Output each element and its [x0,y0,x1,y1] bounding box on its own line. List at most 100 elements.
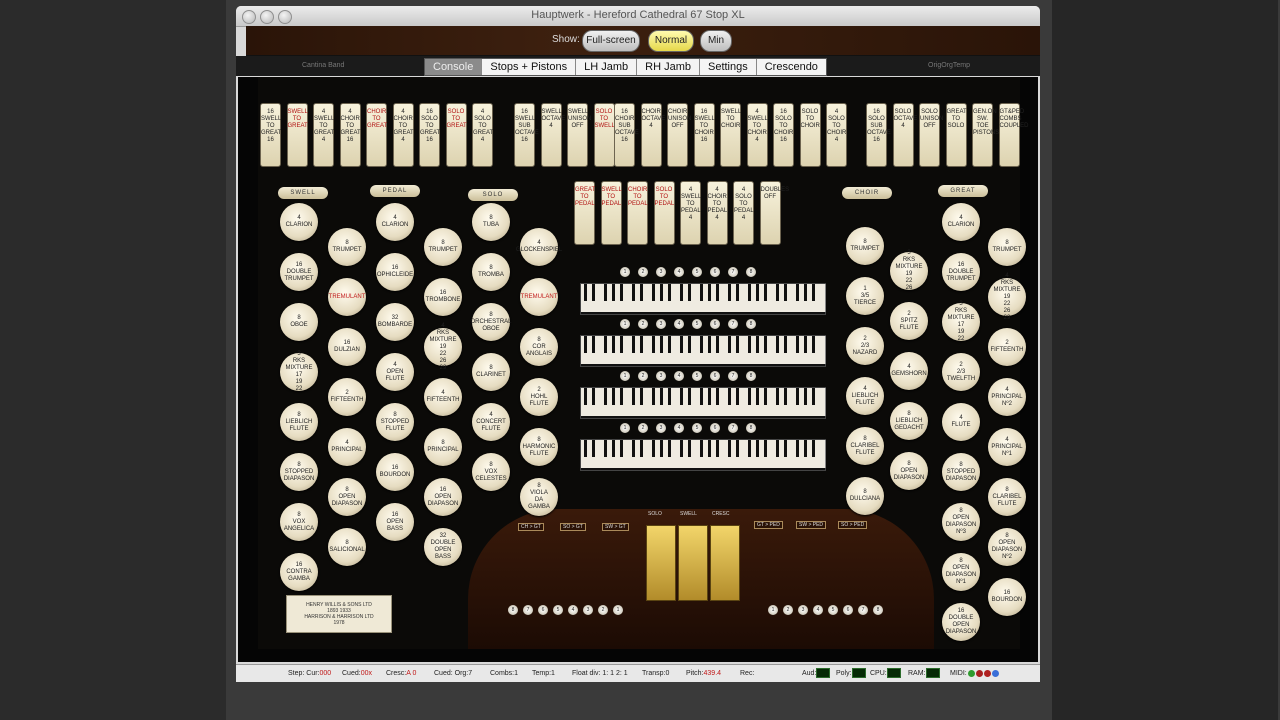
solo-stop-knob[interactable]: 8 COR ANGLAIS [520,328,558,366]
black-key[interactable] [612,440,615,457]
manual-piston[interactable]: 6 [710,267,720,277]
coupler-tablet[interactable]: SWELL OCTAVE 4 [540,103,565,167]
manual-piston[interactable]: 6 [710,371,720,381]
black-key[interactable] [748,284,751,301]
black-key[interactable] [784,440,787,457]
black-key[interactable] [680,440,683,457]
manual-piston[interactable]: 4 [674,371,684,381]
coupler-tablet[interactable]: 4 CHOIR TO GREAT 16 [339,103,361,167]
swell-stop-knob[interactable]: 8 OPEN DIAPASON [328,478,366,516]
tab-rh-jamb[interactable]: RH Jamb [637,59,700,75]
manual-piston[interactable]: 7 [728,371,738,381]
choir-stop-knob[interactable]: 2 2/3 NAZARD [846,327,884,365]
black-key[interactable] [612,388,615,405]
black-key[interactable] [612,284,615,301]
coupler-tablet[interactable]: 16 SOLO TO CHOIR 16 [773,103,794,167]
choir-stop-knob[interactable]: 3 RKS MIXTURE 19 22 26 [890,250,928,291]
swell-stop-knob[interactable]: 8 TRUMPET [328,228,366,266]
manual-piston[interactable]: 4 [674,319,684,329]
black-key[interactable] [660,440,663,457]
pedal-coupler-tablet[interactable]: GREAT TO PEDAL [574,181,595,245]
pedal-stop-knob[interactable]: 4 RKS MIXTURE 19 22 26 29 [424,323,462,371]
black-key[interactable] [632,336,635,353]
black-key[interactable] [708,336,711,353]
pedal-stop-knob[interactable]: 8 TRUMPET [424,228,462,266]
black-key[interactable] [668,440,671,457]
black-key[interactable] [812,440,815,457]
black-key[interactable] [776,388,779,405]
pedal-piston-left[interactable]: 3 [583,605,593,615]
pedal-stop-knob[interactable]: 8 PRINCIPAL [424,428,462,466]
swell-stop-knob[interactable]: 4 CLARION [280,203,318,241]
black-key[interactable] [700,336,703,353]
black-key[interactable] [716,440,719,457]
black-key[interactable] [680,336,683,353]
pedal-piston-left[interactable]: 8 [508,605,518,615]
black-key[interactable] [764,336,767,353]
black-key[interactable] [708,388,711,405]
great-stop-knob[interactable]: 4 FLUTE [942,403,980,441]
choir-stop-knob[interactable]: 8 DULCIANA [846,477,884,515]
pedal-stop-knob[interactable]: 32 BOMBARDE [376,303,414,341]
solo-stop-knob[interactable]: 4 GLOCKENSPIEL [516,228,562,266]
choir-stop-knob[interactable]: 1 3/5 TIERCE [846,277,884,315]
pedal-stop-knob[interactable]: 16 OPEN DIAPASON [424,478,462,516]
keyboard-manual[interactable] [580,283,826,315]
great-stop-knob[interactable]: 3 RKS MIXTURE 17 19 22 [942,301,980,342]
pedal-stop-knob[interactable]: 4 FIFTEENTH [424,378,462,416]
pedal-coupler-tablet[interactable]: CHOIR TO PEDAL [627,181,648,245]
solo-stop-knob[interactable]: 8 VIOLA DA GAMBA [520,478,558,516]
pedal-coupler-tablet[interactable]: 4 CHOIR TO PEDAL 4 [706,181,728,245]
black-key[interactable] [604,440,607,457]
fullscreen-button[interactable]: Full-screen [582,30,640,52]
pedal-stop-knob[interactable]: 8 STOPPED FLUTE [376,403,414,441]
black-key[interactable] [680,284,683,301]
pedal-piston-right[interactable]: 1 [768,605,778,615]
swell-stop-knob[interactable]: 8 VOX ANGELICA [280,503,318,541]
black-key[interactable] [604,336,607,353]
black-key[interactable] [812,388,815,405]
manual-piston[interactable]: 1 [620,267,630,277]
pedal-piston-left[interactable]: 1 [613,605,623,615]
great-stop-knob[interactable]: 16 DOUBLE OPEN DIAPASON [942,603,980,641]
solo-stop-knob[interactable]: 8 TROMBA [472,253,510,291]
black-key[interactable] [592,440,595,457]
keyboard-manual[interactable] [580,387,826,419]
swell-stop-knob[interactable]: 8 STOPPED DIAPASON [280,453,318,491]
pedal-piston-left[interactable]: 4 [568,605,578,615]
black-key[interactable] [804,284,807,301]
black-key[interactable] [652,284,655,301]
black-key[interactable] [640,440,643,457]
black-key[interactable] [784,284,787,301]
pedal-stop-knob[interactable]: 4 OPEN FLUTE [376,353,414,391]
solo-stop-knob[interactable]: 8 ORCHESTRAL OBOE [471,303,512,341]
black-key[interactable] [700,284,703,301]
black-key[interactable] [640,284,643,301]
swell-stop-knob[interactable]: TREMULANT [328,278,366,316]
choir-stop-knob[interactable]: 8 TRUMPET [846,227,884,265]
black-key[interactable] [756,336,759,353]
coupler-tablet[interactable]: 4 SWELL TO GREAT 4 [313,103,334,167]
solo-stop-knob[interactable]: 8 VOX CELESTES [472,453,510,491]
swell-stop-knob[interactable]: 16 DOUBLE TRUMPET [280,253,318,291]
white-key[interactable] [821,336,826,364]
black-key[interactable] [804,440,807,457]
black-key[interactable] [632,388,635,405]
pedal-piston-left[interactable]: 2 [598,605,608,615]
black-key[interactable] [660,388,663,405]
pedal-piston-left[interactable]: 7 [523,605,533,615]
keyboard-manual[interactable] [580,335,826,367]
manual-piston[interactable]: 2 [638,423,648,433]
pedal-stop-knob[interactable]: 16 OPEN BASS [376,503,414,541]
manual-piston[interactable]: 2 [638,371,648,381]
black-key[interactable] [756,440,759,457]
manual-piston[interactable]: 5 [692,319,702,329]
pedal-stop-knob[interactable]: 16 OPHICLEIDE [376,253,414,291]
great-stop-knob[interactable]: 4 PRINCIPAL Nº2 [988,378,1026,416]
black-key[interactable] [764,440,767,457]
pedal-piston-right[interactable]: 5 [828,605,838,615]
black-key[interactable] [632,284,635,301]
coupler-tablet[interactable]: SOLO TO GREAT [445,103,467,167]
solo-stop-knob[interactable]: 8 HARMONIC FLUTE [520,428,558,466]
manual-piston[interactable]: 2 [638,319,648,329]
